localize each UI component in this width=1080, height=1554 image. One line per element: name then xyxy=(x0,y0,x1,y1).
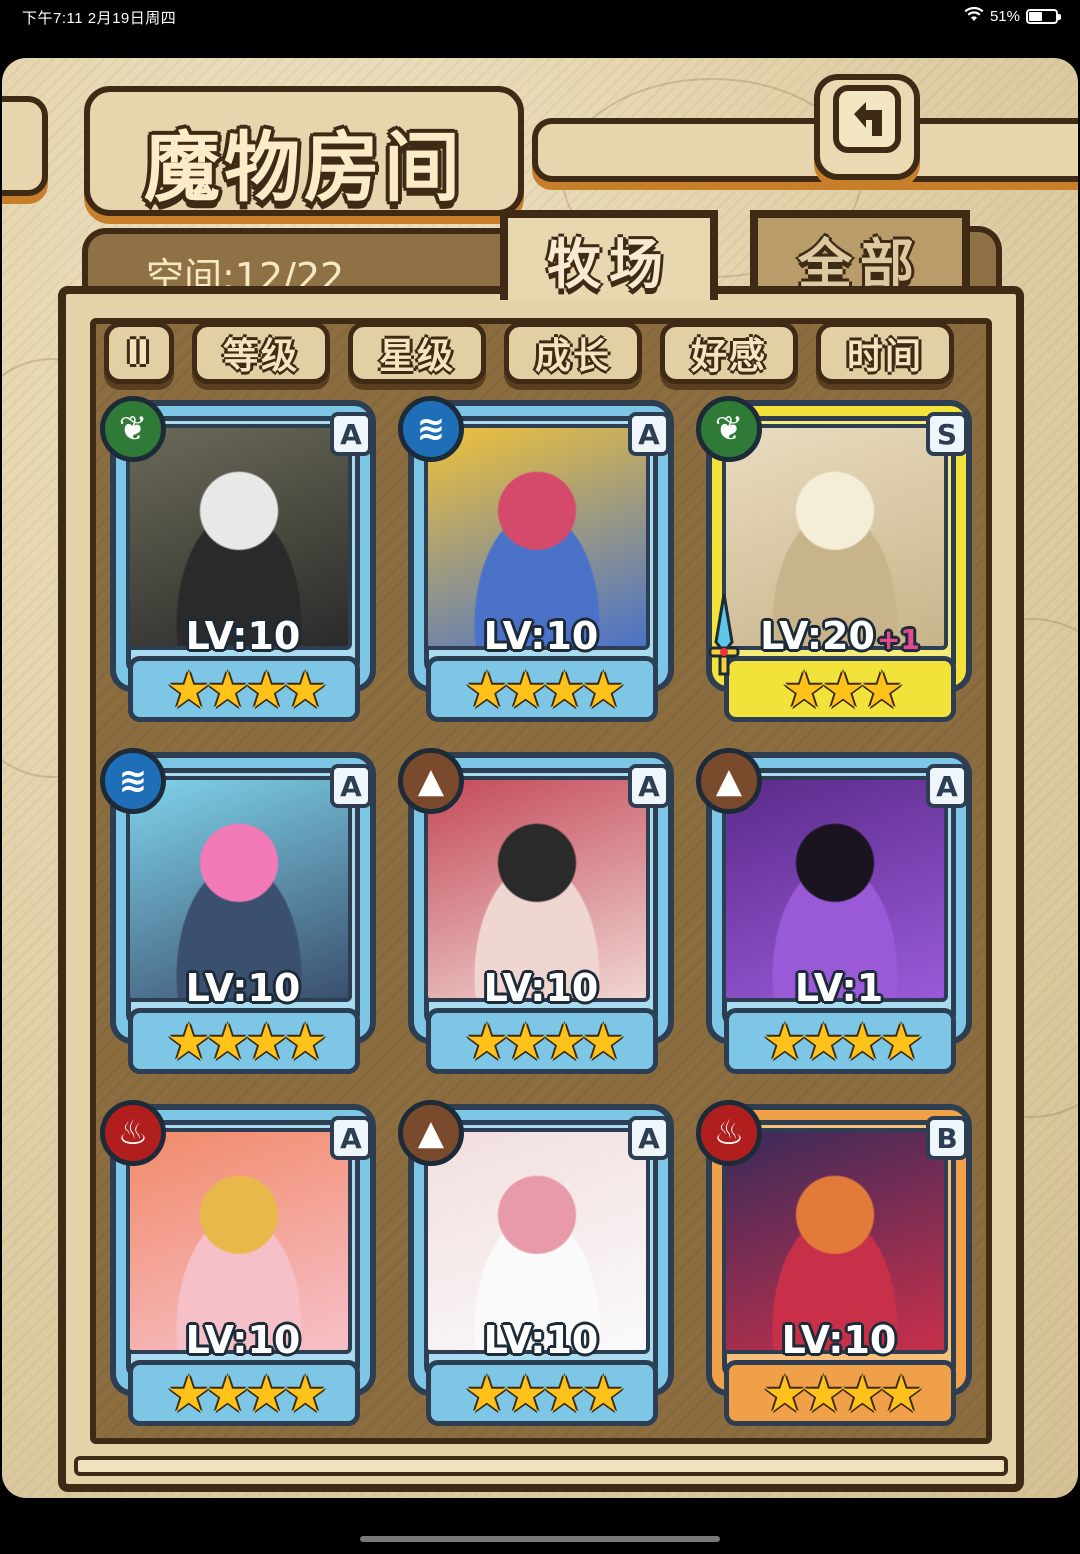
rank-badge: A xyxy=(628,764,670,808)
element-earth-icon: ▲ xyxy=(696,748,762,814)
rank-badge: A xyxy=(628,412,670,456)
header-strip xyxy=(532,118,1078,182)
monster-card[interactable]: ≋ A LV:10 ★★★★ xyxy=(398,396,680,732)
sort-order-toggle[interactable]: Ⅱ xyxy=(104,322,174,384)
rank-badge: A xyxy=(628,1116,670,1160)
level-label: LV:10 xyxy=(106,1318,382,1362)
level-value: LV:10 xyxy=(185,966,301,1010)
level-value: LV:10 xyxy=(483,614,599,658)
star-rating: ★★★★ xyxy=(464,1365,625,1423)
level-value: LV:10 xyxy=(185,1318,301,1362)
monster-card[interactable]: ♨ B LV:10 ★★★★ xyxy=(696,1100,978,1436)
sort-by-level-button[interactable]: 等级 xyxy=(192,322,330,384)
element-water-icon: ≋ xyxy=(398,396,464,462)
star-rating: ★★★ xyxy=(781,661,904,719)
star-rating: ★★★★ xyxy=(166,1365,327,1423)
level-bonus: +1 xyxy=(876,623,920,656)
side-tab xyxy=(2,96,48,196)
element-earth-icon: ▲ xyxy=(398,1100,464,1166)
status-right: 51% xyxy=(964,6,1061,26)
monster-card[interactable]: ≋ A LV:10 ★★★★ xyxy=(100,748,382,1084)
element-fire-icon: ♨ xyxy=(696,1100,762,1166)
level-label: LV:1 xyxy=(702,966,978,1010)
level-label: LV:10 xyxy=(106,966,382,1010)
level-label: LV:10 xyxy=(404,614,680,658)
rank-badge: A xyxy=(330,1116,372,1160)
level-value: LV:1 xyxy=(794,966,884,1010)
battery-percent: 51% xyxy=(989,8,1020,25)
level-label: LV:20+1 xyxy=(702,614,978,658)
star-rating: ★★★★ xyxy=(166,661,327,719)
status-bar: 下午7:11 2月19日周四 51% xyxy=(0,0,1080,34)
panel-bottom-rail xyxy=(74,1456,1008,1476)
level-label: LV:10 xyxy=(702,1318,978,1362)
sort-by-affection-button[interactable]: 好感 xyxy=(660,322,798,384)
monster-card[interactable]: ▲ A LV:10 ★★★★ xyxy=(398,748,680,1084)
equipped-sword-icon xyxy=(706,590,742,680)
element-grass-icon: ❦ xyxy=(100,396,166,462)
star-rating: ★★★★ xyxy=(464,1013,625,1071)
level-value: LV:20 xyxy=(760,614,875,658)
rank-badge: A xyxy=(330,412,372,456)
level-value: LV:10 xyxy=(483,966,599,1010)
back-button[interactable] xyxy=(814,74,920,180)
monster-card[interactable]: ❦ S LV:20+1 ★★★ xyxy=(696,396,978,732)
tab-ranch[interactable]: 牧场 xyxy=(500,210,718,300)
wifi-icon xyxy=(964,6,984,26)
title-plate: 魔物房间 xyxy=(84,86,524,216)
rank-badge: A xyxy=(926,764,968,808)
level-value: LV:10 xyxy=(185,614,301,658)
battery-icon xyxy=(1026,9,1061,24)
rank-badge: B xyxy=(926,1116,968,1160)
monster-card[interactable]: ❦ A LV:10 ★★★★ xyxy=(100,396,382,732)
element-grass-icon: ❦ xyxy=(696,396,762,462)
element-water-icon: ≋ xyxy=(100,748,166,814)
star-rating: ★★★★ xyxy=(762,1013,923,1071)
tab-ranch-label: 牧场 xyxy=(547,232,671,296)
level-value: LV:10 xyxy=(781,1318,897,1362)
page-title: 魔物房间 xyxy=(144,123,464,212)
star-rating: ★★★★ xyxy=(166,1013,327,1071)
level-label: LV:10 xyxy=(404,1318,680,1362)
battery-fill xyxy=(1029,12,1043,21)
star-rating: ★★★★ xyxy=(464,661,625,719)
sort-by-time-button[interactable]: 时间 xyxy=(816,322,954,384)
element-earth-icon: ▲ xyxy=(398,748,464,814)
rank-badge: S xyxy=(926,412,968,456)
rank-badge: A xyxy=(330,764,372,808)
status-time-date: 下午7:11 2月19日周四 xyxy=(22,10,177,27)
monster-card[interactable]: ♨ A LV:10 ★★★★ xyxy=(100,1100,382,1436)
monster-card[interactable]: ▲ A LV:1 ★★★★ xyxy=(696,748,978,1084)
game-screen: 魔物房间 空间:12/22 牧场 全部 Ⅱ 等级 星级 成长 好感 时间 ❦ A… xyxy=(2,58,1078,1498)
level-label: LV:10 xyxy=(404,966,680,1010)
monster-card[interactable]: ▲ A LV:10 ★★★★ xyxy=(398,1100,680,1436)
sort-by-growth-button[interactable]: 成长 xyxy=(504,322,642,384)
sort-bar: Ⅱ 等级 星级 成长 好感 时间 xyxy=(104,322,954,386)
level-value: LV:10 xyxy=(483,1318,599,1362)
star-rating: ★★★★ xyxy=(762,1365,923,1423)
element-fire-icon: ♨ xyxy=(100,1100,166,1166)
level-label: LV:10 xyxy=(106,614,382,658)
return-arrow-icon xyxy=(832,84,902,170)
home-indicator[interactable] xyxy=(360,1536,720,1542)
pause-sort-icon: Ⅱ xyxy=(126,333,152,373)
sort-by-star-button[interactable]: 星级 xyxy=(348,322,486,384)
